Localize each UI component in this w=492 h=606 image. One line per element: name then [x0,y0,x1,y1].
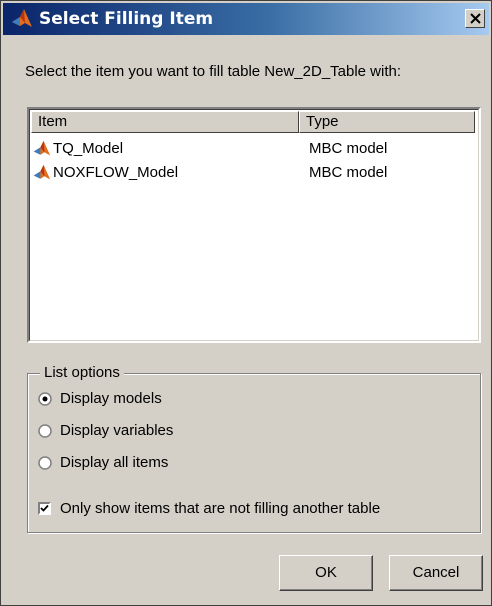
group-title: List options [40,364,124,382]
item-name: NOXFLOW_Model [53,164,179,181]
radio-unselected-icon[interactable] [38,424,52,438]
radio-label: Display variables [60,422,174,439]
list-item-tq-model[interactable]: TQ_Model MBC model [31,137,475,161]
list-item-noxflow-model[interactable]: NOXFLOW_Model MBC model [31,161,475,185]
model-icon [33,140,51,158]
cancel-button[interactable]: Cancel [389,555,483,591]
close-icon [470,13,481,24]
item-name: TQ_Model [53,140,124,157]
item-type: MBC model [309,140,388,157]
matlab-membrane-icon [11,8,33,30]
title-bar[interactable]: Select Filling Item [3,3,489,35]
column-header-type[interactable]: Type [299,111,475,133]
ok-button[interactable]: OK [279,555,373,591]
list-options-group: List options Display models Display vari… [27,364,481,533]
column-header-item[interactable]: Item [31,111,299,133]
instruction-text: Select the item you want to fill table N… [25,63,402,80]
close-button[interactable] [465,9,485,28]
model-icon [33,164,51,182]
item-list[interactable]: Item Type TQ_Model MBC model NOXFLOW_Mod… [27,107,481,343]
radio-label: Display models [60,390,162,407]
item-type: MBC model [309,164,388,181]
checkbox-label: Only show items that are not filling ano… [60,500,381,517]
radio-label: Display all items [60,454,169,471]
window-title: Select Filling Item [39,9,214,29]
radio-unselected-icon[interactable] [38,456,52,470]
checkmark-icon [40,504,49,512]
checkbox[interactable] [38,502,51,515]
radio-selected-icon[interactable] [38,392,52,406]
select-filling-item-dialog: Select Filling Item Select the item you … [0,0,492,606]
